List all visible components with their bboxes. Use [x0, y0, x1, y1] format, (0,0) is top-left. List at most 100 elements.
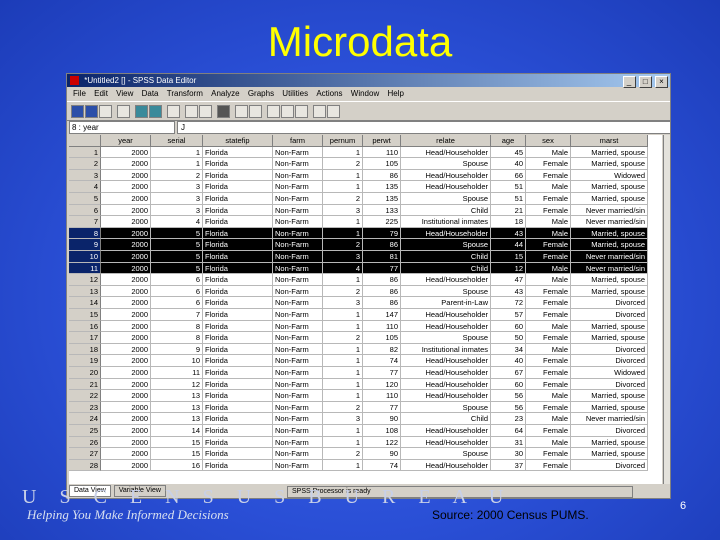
cell-serial[interactable]: 2 [151, 169, 203, 182]
cell-perwt[interactable]: 135 [363, 181, 401, 193]
row-number[interactable]: 19 [69, 355, 101, 367]
cell-serial[interactable]: 5 [151, 239, 203, 251]
table-row[interactable]: 24 2000 13 Florida Non-Farm 3 90 Child 23 Male Nev… [69, 413, 662, 425]
cell-year[interactable]: 2000 [101, 448, 151, 460]
cell-relate[interactable]: Head/Householder [401, 274, 491, 286]
cell-relate[interactable]: Head/Householder [401, 425, 491, 437]
cell-pernum[interactable]: 1 [323, 390, 363, 402]
cell-marst[interactable]: Divorced [571, 355, 648, 367]
cell-sex[interactable]: Female [526, 401, 571, 414]
cell-marst[interactable]: Married, spouse [571, 239, 648, 251]
cell-sex[interactable]: Female [526, 355, 571, 367]
cell-sex[interactable]: Male [526, 274, 571, 286]
cell-pernum[interactable]: 1 [323, 459, 363, 472]
cell-marst[interactable]: Never married/sin [571, 251, 648, 263]
cell-pernum[interactable]: 4 [323, 262, 363, 275]
cell-age[interactable]: 21 [491, 204, 526, 217]
row-number[interactable]: 25 [69, 425, 101, 437]
menu-analyze[interactable]: Analyze [211, 89, 239, 98]
row-number[interactable]: 21 [69, 378, 101, 391]
cell-perwt[interactable]: 74 [363, 459, 401, 472]
cell-age[interactable]: 56 [491, 401, 526, 414]
cell-farm[interactable]: Non-Farm [273, 181, 323, 193]
cell-year[interactable]: 2000 [101, 459, 151, 472]
cell-age[interactable]: 12 [491, 262, 526, 275]
cell-year[interactable]: 2000 [101, 332, 151, 344]
print-icon[interactable] [99, 105, 112, 118]
cell-perwt[interactable]: 122 [363, 436, 401, 449]
row-number[interactable]: 8 [69, 227, 101, 240]
cell-pernum[interactable]: 3 [323, 413, 363, 425]
row-number[interactable]: 16 [69, 320, 101, 333]
cell-farm[interactable]: Non-Farm [273, 332, 323, 344]
cell-statefip[interactable]: Florida [203, 355, 273, 367]
cell-farm[interactable]: Non-Farm [273, 320, 323, 333]
cell-perwt[interactable]: 110 [363, 146, 401, 159]
cell-serial[interactable]: 3 [151, 193, 203, 205]
cell-age[interactable]: 60 [491, 320, 526, 333]
cell-serial[interactable]: 1 [151, 158, 203, 170]
cell-marst[interactable]: Widowed [571, 367, 648, 379]
cell-perwt[interactable]: 90 [363, 413, 401, 425]
column-header-pernum[interactable]: pernum [323, 135, 363, 147]
cell-sex[interactable]: Female [526, 251, 571, 263]
cell-pernum[interactable]: 3 [323, 251, 363, 263]
cell-pernum[interactable]: 1 [323, 274, 363, 286]
cell-perwt[interactable]: 86 [363, 285, 401, 298]
cell-pernum[interactable]: 1 [323, 367, 363, 379]
cell-farm[interactable]: Non-Farm [273, 425, 323, 437]
cell-age[interactable]: 57 [491, 309, 526, 321]
cell-year[interactable]: 2000 [101, 401, 151, 414]
cell-age[interactable]: 15 [491, 251, 526, 263]
cell-statefip[interactable]: Florida [203, 309, 273, 321]
cell-pernum[interactable]: 2 [323, 332, 363, 344]
cell-serial[interactable]: 13 [151, 390, 203, 402]
cell-relate[interactable]: Head/Householder [401, 320, 491, 333]
cell-statefip[interactable]: Florida [203, 413, 273, 425]
cell-sex[interactable]: Male [526, 320, 571, 333]
row-number[interactable]: 15 [69, 309, 101, 321]
cell-serial[interactable]: 14 [151, 425, 203, 437]
cell-farm[interactable]: Non-Farm [273, 413, 323, 425]
row-number[interactable]: 10 [69, 251, 101, 263]
cell-age[interactable]: 51 [491, 181, 526, 193]
row-number[interactable]: 26 [69, 436, 101, 449]
cell-marst[interactable]: Married, spouse [571, 401, 648, 414]
cell-statefip[interactable]: Florida [203, 436, 273, 449]
cell-sex[interactable]: Male [526, 390, 571, 402]
cell-age[interactable]: 18 [491, 216, 526, 228]
table-row[interactable]: 16 2000 8 Florida Non-Farm 1 110 Head/Household… [69, 320, 662, 333]
cell-marst[interactable]: Married, spouse [571, 274, 648, 286]
cell-marst[interactable]: Married, spouse [571, 181, 648, 193]
cell-perwt[interactable]: 147 [363, 309, 401, 321]
close-button[interactable]: × [655, 76, 668, 88]
cell-serial[interactable]: 3 [151, 181, 203, 193]
cell-perwt[interactable]: 77 [363, 401, 401, 414]
cell-marst[interactable]: Never married/sin [571, 413, 648, 425]
vertical-scrollbar[interactable] [663, 135, 670, 484]
cell-serial[interactable]: 5 [151, 227, 203, 240]
cell-statefip[interactable]: Florida [203, 193, 273, 205]
cell-serial[interactable]: 4 [151, 216, 203, 228]
cell-serial[interactable]: 3 [151, 204, 203, 217]
cell-marst[interactable]: Never married/sin [571, 262, 648, 275]
cell-pernum[interactable]: 2 [323, 239, 363, 251]
cell-statefip[interactable]: Florida [203, 216, 273, 228]
cell-marst[interactable]: Married, spouse [571, 146, 648, 159]
cell-pernum[interactable]: 1 [323, 146, 363, 159]
cell-value-input[interactable]: J [177, 121, 670, 134]
cell-relate[interactable]: Child [401, 204, 491, 217]
cell-farm[interactable]: Non-Farm [273, 378, 323, 391]
cell-statefip[interactable]: Florida [203, 251, 273, 263]
cell-year[interactable]: 2000 [101, 216, 151, 228]
column-header-year[interactable]: year [101, 135, 151, 147]
cell-age[interactable]: 72 [491, 297, 526, 309]
cell-perwt[interactable]: 110 [363, 320, 401, 333]
weight-cases-icon[interactable] [281, 105, 294, 118]
cell-statefip[interactable]: Florida [203, 390, 273, 402]
table-row[interactable]: 7 2000 4 Florida Non-Farm 1 225 Institutional i… [69, 216, 662, 228]
cell-age[interactable]: 23 [491, 413, 526, 425]
cell-serial[interactable]: 12 [151, 378, 203, 391]
cell-relate[interactable]: Head/Householder [401, 378, 491, 391]
cell-year[interactable]: 2000 [101, 204, 151, 217]
